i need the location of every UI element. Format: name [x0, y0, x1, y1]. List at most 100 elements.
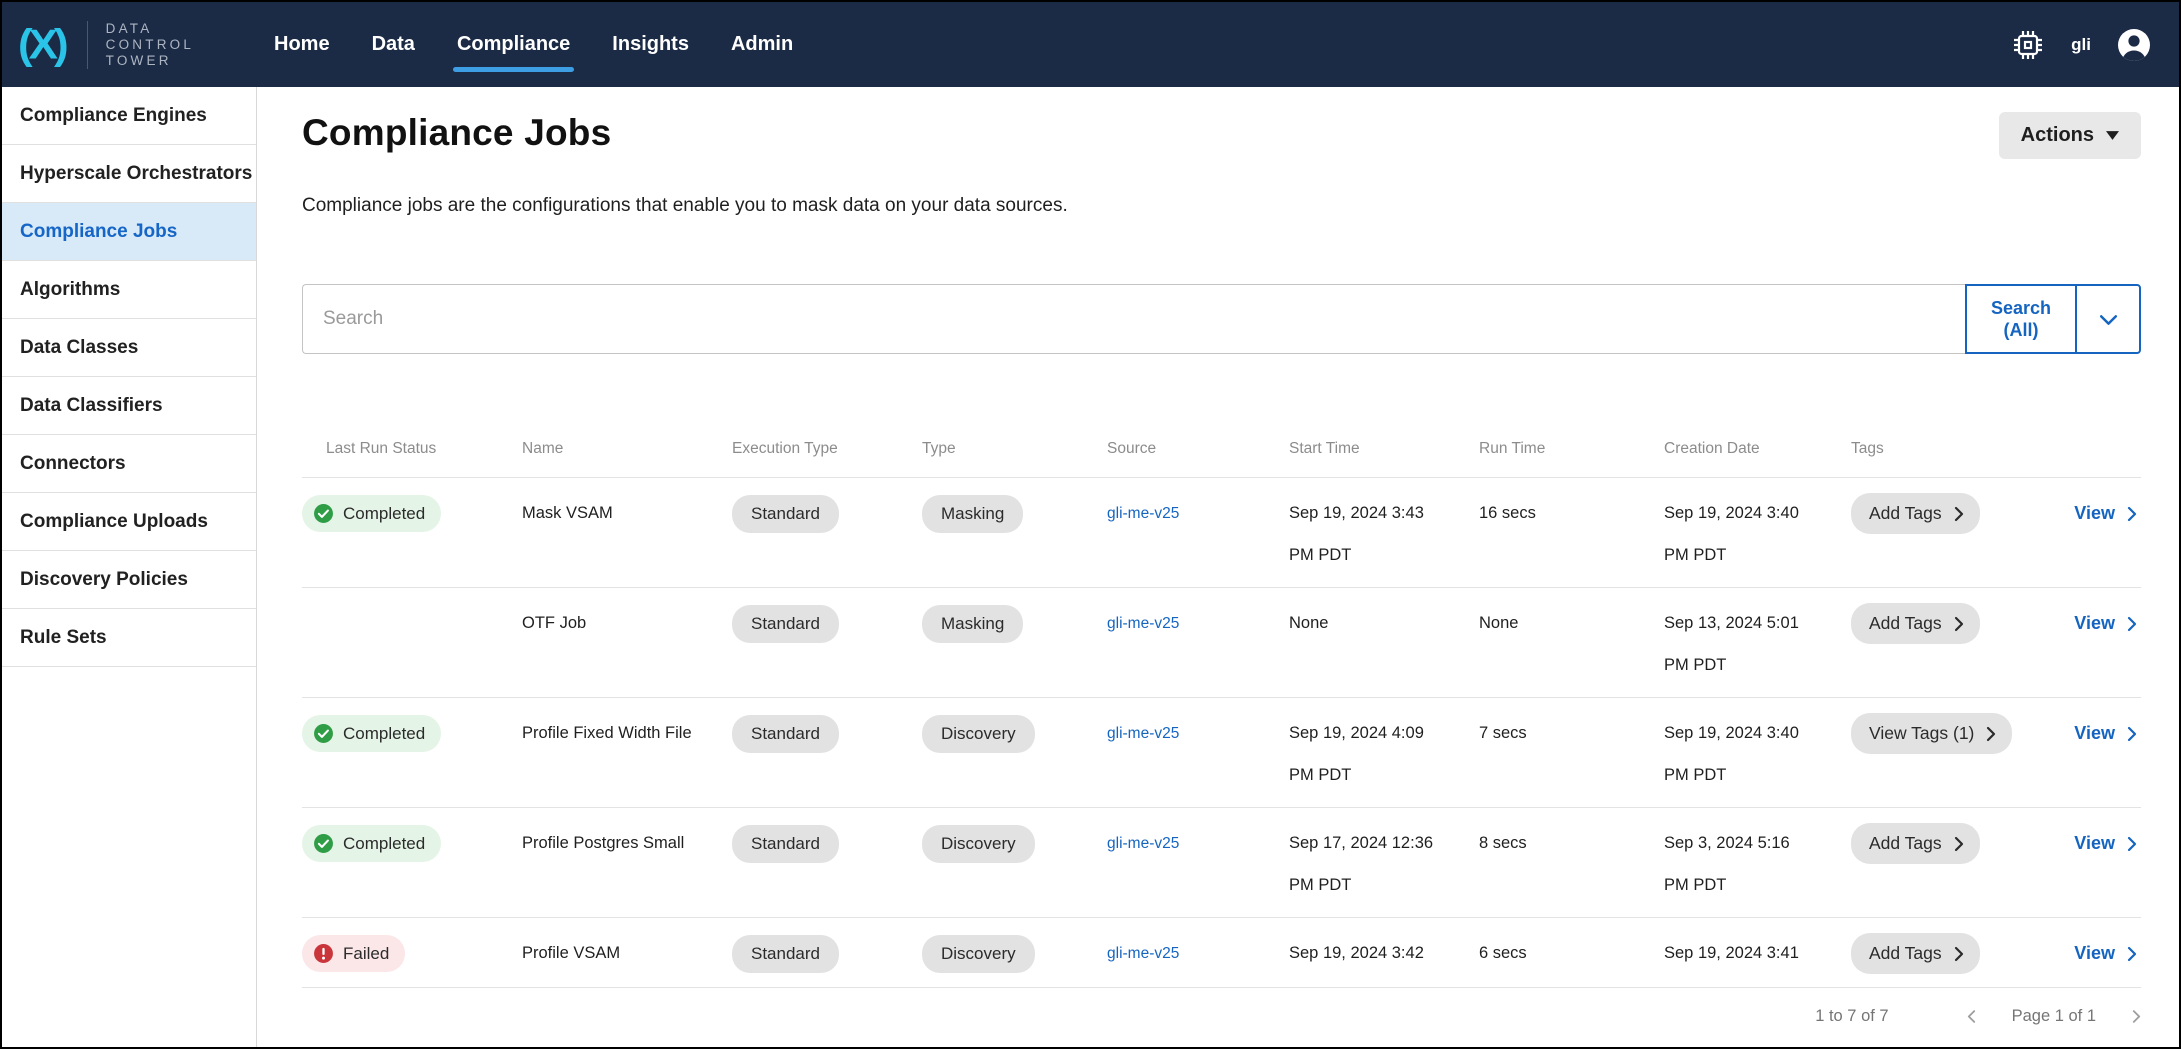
creation-date: Sep 13, 2024 5:01PM PDT [1664, 600, 1851, 697]
next-page-button[interactable] [2132, 1009, 2141, 1024]
status-badge: Completed [302, 495, 441, 532]
tags-label: Add Tags [1869, 503, 1942, 524]
brand-name: DATA CONTROL TOWER [106, 21, 194, 69]
chevron-right-icon [2132, 1009, 2141, 1024]
col-header-start-time: Start Time [1289, 440, 1479, 458]
tags-button[interactable]: Add Tags [1851, 823, 1980, 864]
job-name: Profile Fixed Width File [522, 710, 732, 807]
table-row: Completed Profile Fixed Width File Stand… [302, 697, 2141, 807]
tags-button[interactable]: Add Tags [1851, 933, 1980, 974]
top-nav: (X) DATA CONTROL TOWER Home Data Complia… [2, 2, 2179, 87]
nav-item-home[interactable]: Home [272, 27, 332, 62]
col-header-last-run-status: Last Run Status [302, 440, 522, 458]
execution-type-pill: Standard [732, 605, 839, 643]
sidebar-item-rule-sets[interactable]: Rule Sets [2, 609, 256, 667]
execution-type-pill: Standard [732, 935, 839, 973]
view-link[interactable]: View [2074, 600, 2137, 647]
table-row: Completed Mask VSAM Standard Masking gli… [302, 477, 2141, 587]
chevron-right-icon [2127, 726, 2137, 742]
sidebar-item-hyperscale-orchestrators[interactable]: Hyperscale Orchestrators [2, 145, 256, 203]
search-input[interactable] [302, 284, 1965, 354]
brand-line: TOWER [106, 53, 172, 68]
source-link[interactable]: gli-me-v25 [1107, 945, 1179, 962]
page-description: Compliance jobs are the configurations t… [302, 195, 2141, 217]
logo-divider [87, 21, 88, 69]
col-header-execution-type: Execution Type [732, 440, 922, 458]
type-pill: Discovery [922, 825, 1035, 863]
view-label: View [2074, 820, 2115, 867]
chevron-right-icon [1954, 946, 1964, 962]
start-time: Sep 19, 2024 3:43PM PDT [1289, 490, 1479, 587]
tags-label: View Tags (1) [1869, 723, 1974, 744]
nav-item-admin[interactable]: Admin [729, 27, 795, 62]
chevron-right-icon [2127, 836, 2137, 852]
view-label: View [2074, 710, 2115, 757]
sidebar-item-algorithms[interactable]: Algorithms [2, 261, 256, 319]
sidebar-item-data-classes[interactable]: Data Classes [2, 319, 256, 377]
view-link[interactable]: View [2074, 490, 2137, 537]
table-row: Completed Profile Postgres Small Standar… [302, 807, 2141, 917]
search-scope-dropdown[interactable] [2076, 284, 2141, 354]
creation-date: Sep 19, 2024 3:41 [1664, 930, 1851, 987]
source-link[interactable]: gli-me-v25 [1107, 615, 1179, 632]
sidebar-item-data-classifiers[interactable]: Data Classifiers [2, 377, 256, 435]
type-pill: Discovery [922, 935, 1035, 973]
row-range-label: 1 to 7 of 7 [1815, 1007, 1888, 1026]
job-name: Profile VSAM [522, 930, 732, 987]
tags-button[interactable]: Add Tags [1851, 493, 1980, 534]
creation-date: Sep 19, 2024 3:40PM PDT [1664, 490, 1851, 587]
tags-button[interactable]: Add Tags [1851, 603, 1980, 644]
run-time: 16 secs [1479, 490, 1664, 587]
brand-line: DATA [106, 21, 153, 36]
nav-item-compliance[interactable]: Compliance [455, 27, 572, 62]
type-pill: Masking [922, 605, 1023, 643]
sidebar-item-connectors[interactable]: Connectors [2, 435, 256, 493]
chevron-down-icon [2096, 307, 2121, 332]
start-time: None [1289, 600, 1479, 697]
app-window: (X) DATA CONTROL TOWER Home Data Complia… [0, 0, 2181, 1049]
tags-label: Add Tags [1869, 833, 1942, 854]
run-time: 6 secs [1479, 930, 1664, 987]
status-label: Completed [343, 834, 425, 854]
sidebar-item-discovery-policies[interactable]: Discovery Policies [2, 551, 256, 609]
creation-date: Sep 19, 2024 3:40PM PDT [1664, 710, 1851, 807]
run-time: 7 secs [1479, 710, 1664, 807]
col-header-creation-date: Creation Date [1664, 440, 1851, 458]
sidebar-item-compliance-engines[interactable]: Compliance Engines [2, 87, 256, 145]
view-link[interactable]: View [2074, 820, 2137, 867]
chip-icon[interactable] [2011, 28, 2045, 62]
table-row: OTF Job Standard Masking gli-me-v25 None… [302, 587, 2141, 697]
view-label: View [2074, 930, 2115, 977]
sidebar: Compliance Engines Hyperscale Orchestrat… [2, 87, 257, 1047]
chevron-right-icon [2127, 616, 2137, 632]
avatar-icon[interactable] [2117, 28, 2151, 62]
username-label: gli [2071, 35, 2091, 55]
status-label: Failed [343, 944, 389, 964]
source-link[interactable]: gli-me-v25 [1107, 505, 1179, 522]
view-link[interactable]: View [2074, 930, 2137, 977]
sidebar-item-compliance-jobs[interactable]: Compliance Jobs [2, 203, 256, 261]
search-all-button[interactable]: Search (All) [1965, 284, 2077, 354]
source-link[interactable]: gli-me-v25 [1107, 725, 1179, 742]
status-badge: Completed [302, 715, 441, 752]
source-link[interactable]: gli-me-v25 [1107, 835, 1179, 852]
nav-item-data[interactable]: Data [370, 27, 417, 62]
prev-page-button[interactable] [1967, 1009, 1976, 1024]
delphix-logo-icon: (X) [18, 24, 65, 66]
view-link[interactable]: View [2074, 710, 2137, 757]
chevron-right-icon [1986, 726, 1996, 742]
status-badge: Completed [302, 825, 441, 862]
chevron-left-icon [1967, 1009, 1976, 1024]
check-circle-icon [313, 833, 334, 854]
creation-date: Sep 3, 2024 5:16PM PDT [1664, 820, 1851, 917]
start-time: Sep 17, 2024 12:36PM PDT [1289, 820, 1479, 917]
sidebar-item-compliance-uploads[interactable]: Compliance Uploads [2, 493, 256, 551]
col-header-tags: Tags [1851, 440, 2066, 458]
execution-type-pill: Standard [732, 715, 839, 753]
actions-button[interactable]: Actions [1999, 112, 2141, 159]
chevron-right-icon [2127, 506, 2137, 522]
tags-button[interactable]: View Tags (1) [1851, 713, 2012, 754]
nav-item-insights[interactable]: Insights [610, 27, 691, 62]
job-name: OTF Job [522, 600, 732, 697]
run-time: None [1479, 600, 1664, 697]
